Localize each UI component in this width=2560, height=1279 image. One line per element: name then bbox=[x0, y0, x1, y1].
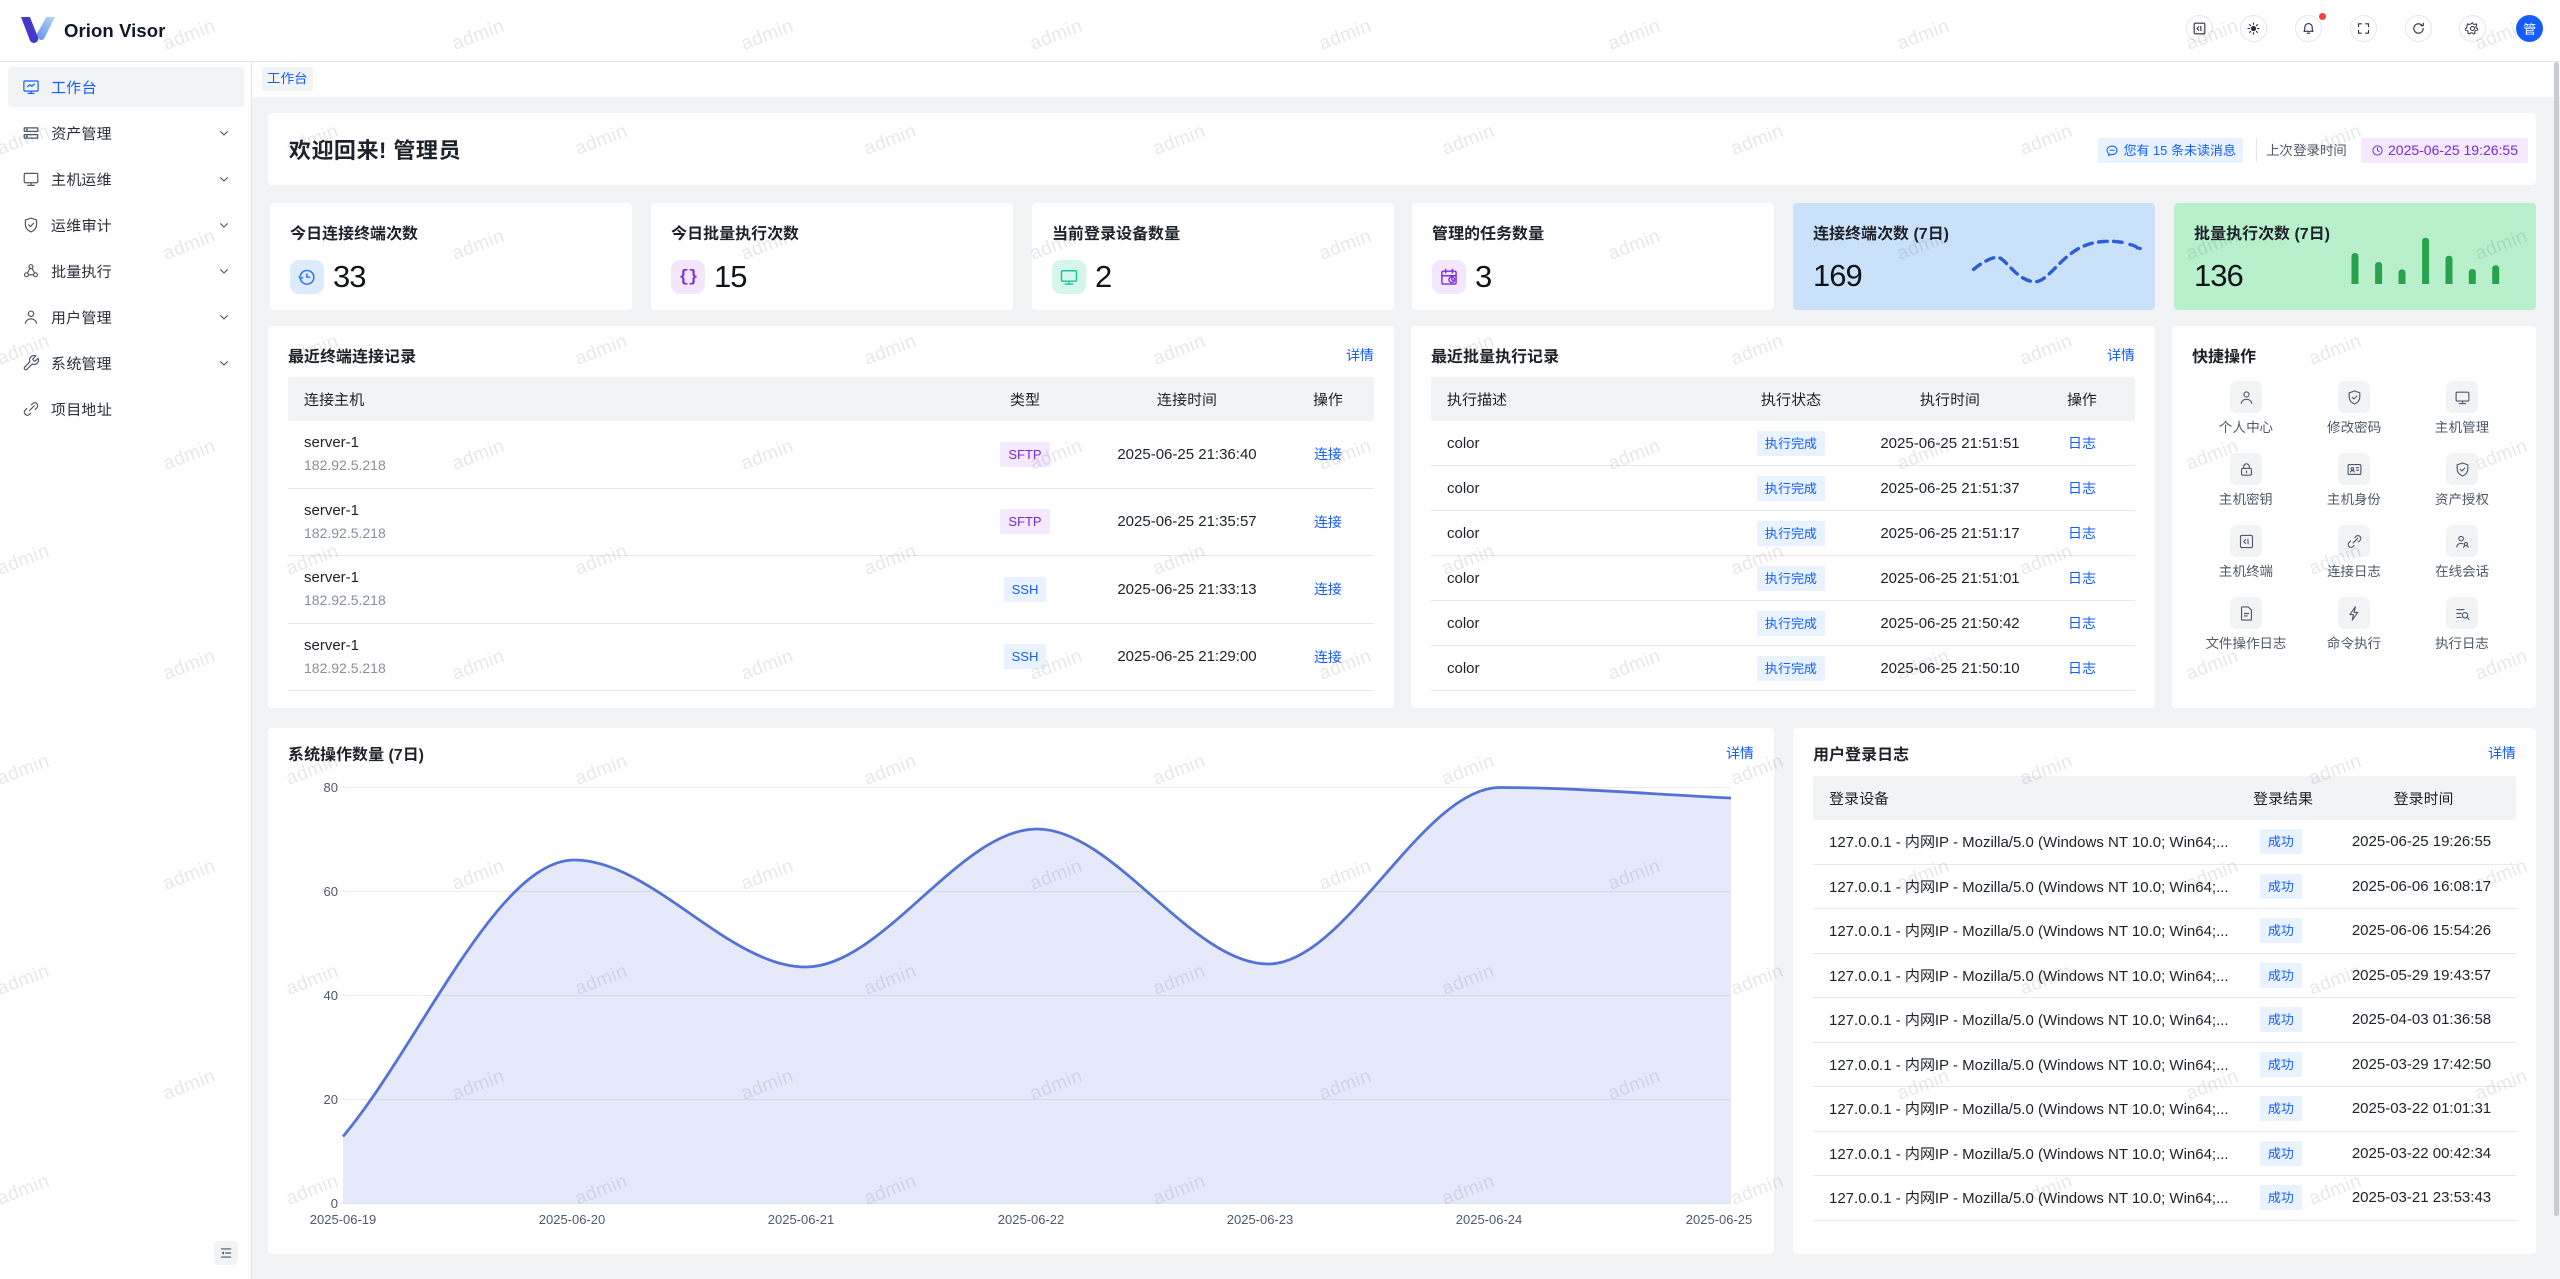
svg-text:40: 40 bbox=[324, 988, 338, 1003]
svg-text:2025-06-20: 2025-06-20 bbox=[539, 1212, 606, 1227]
svg-text:2025-06-25: 2025-06-25 bbox=[1686, 1212, 1753, 1227]
svg-text:80: 80 bbox=[324, 780, 338, 795]
svg-text:2025-06-19: 2025-06-19 bbox=[310, 1212, 377, 1227]
svg-text:2025-06-23: 2025-06-23 bbox=[1227, 1212, 1294, 1227]
svg-text:60: 60 bbox=[324, 884, 338, 899]
svg-text:2025-06-24: 2025-06-24 bbox=[1456, 1212, 1523, 1227]
svg-text:2025-06-21: 2025-06-21 bbox=[768, 1212, 835, 1227]
svg-text:20: 20 bbox=[324, 1092, 338, 1107]
svg-text:0: 0 bbox=[331, 1196, 338, 1211]
svg-text:2025-06-22: 2025-06-22 bbox=[998, 1212, 1065, 1227]
